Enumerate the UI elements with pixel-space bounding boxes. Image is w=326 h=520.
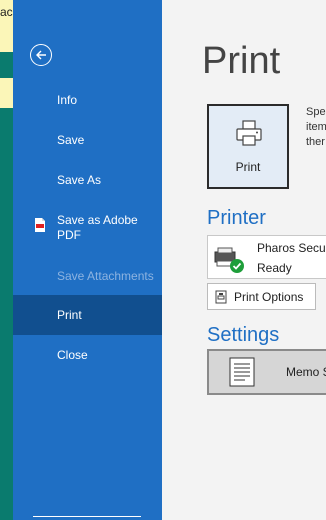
nav-item-label: Print <box>57 308 82 322</box>
backstage-nav: Info Save Save As Save as Adobe PDF Save… <box>13 0 162 520</box>
nav-item-close[interactable]: Close <box>13 335 162 375</box>
memo-style-icon <box>229 357 255 387</box>
nav-item-label: Close <box>57 348 88 362</box>
printer-dropdown[interactable]: Pharos Secur Ready <box>207 235 326 279</box>
print-options-label: Print Options <box>234 289 304 304</box>
background-text: ac <box>0 5 13 19</box>
printer-ready-icon <box>214 247 244 273</box>
background-window-strip: ac <box>0 0 13 520</box>
background-cell <box>0 78 13 108</box>
nav-item-label: PDF <box>57 228 81 242</box>
printer-name: Pharos Secur <box>257 241 326 255</box>
description-line: item <box>306 121 326 133</box>
nav-item-save-as-adobe-pdf[interactable]: Save as Adobe PDF <box>13 208 162 256</box>
back-arrow-icon[interactable] <box>30 44 52 66</box>
nav-item-label: Save as Adobe <box>57 213 138 227</box>
nav-item-save[interactable]: Save <box>13 120 162 160</box>
nav-item-save-as[interactable]: Save As <box>13 160 162 200</box>
nav-item-label: Save Attachments <box>57 269 154 283</box>
nav-item-label: Save <box>57 133 85 147</box>
printer-icon <box>236 120 262 146</box>
description-line: Spe <box>306 106 326 118</box>
description-line: ther <box>306 136 325 148</box>
nav-item-print[interactable]: Print <box>13 295 162 335</box>
print-description: Spe item ther <box>306 105 326 150</box>
print-options-button[interactable]: Print Options <box>207 283 316 310</box>
nav-item-label: Info <box>57 93 78 107</box>
print-pane: Print Print Spe item ther Printer Pharos… <box>162 0 326 520</box>
printer-status: Ready <box>257 261 292 275</box>
print-button-label: Print <box>235 160 261 174</box>
nav-item-save-attachments: Save Attachments <box>13 256 162 296</box>
nav-divider <box>33 516 141 517</box>
nav-item-label: Save As <box>57 173 102 187</box>
print-button[interactable]: Print <box>207 104 289 189</box>
pdf-icon <box>35 218 45 232</box>
settings-heading: Settings <box>207 324 280 346</box>
nav-item-info[interactable]: Info <box>13 80 162 120</box>
print-style-dropdown[interactable]: Memo S <box>207 349 326 395</box>
print-style-label: Memo S <box>286 365 326 379</box>
print-options-icon <box>215 290 227 303</box>
printer-heading: Printer <box>207 207 266 229</box>
page-title: Print <box>202 40 281 82</box>
